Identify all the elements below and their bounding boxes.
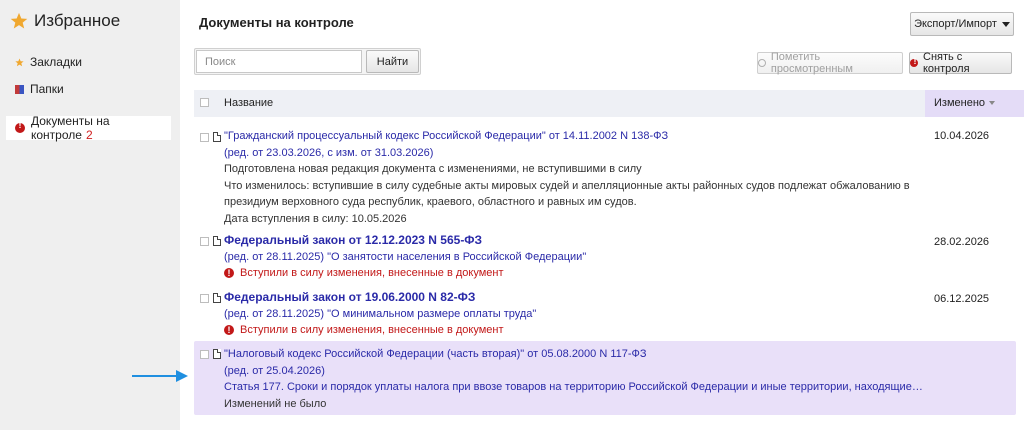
column-header-changed-label: Изменено	[934, 97, 986, 109]
sidebar-item-label: Папки	[30, 82, 64, 96]
sidebar: Избранное Закладки Папки Документы на ко…	[0, 0, 180, 430]
search-button[interactable]: Найти	[366, 50, 419, 73]
document-article-link[interactable]: Статья 177. Сроки и порядок уплаты налог…	[224, 379, 924, 396]
changed-date: 28.02.2026	[934, 236, 990, 248]
sidebar-item-count: 2	[85, 128, 93, 142]
status-warning: Вступили в силу изменения, внесенные в д…	[224, 265, 924, 282]
mark-viewed-button[interactable]: Пометить просмотренным	[757, 51, 903, 75]
remove-control-button[interactable]: Снять с контроля	[909, 51, 1012, 75]
sort-down-icon	[989, 101, 996, 105]
export-import-label: Экспорт/Импорт	[914, 18, 997, 30]
table-row[interactable]: Федеральный закон от 19.06.2000 N 82-ФЗ …	[194, 289, 1024, 341]
table-row[interactable]: Федеральный закон от 12.12.2023 N 565-ФЗ…	[194, 232, 1024, 284]
document-note: Подготовлена новая редакция документа с …	[224, 163, 642, 175]
row-checkbox[interactable]	[200, 237, 209, 246]
sidebar-item-label: Закладки	[30, 55, 82, 69]
search-input[interactable]	[196, 50, 362, 73]
arrow-right-icon	[132, 370, 188, 382]
table-row[interactable]: "Гражданский процессуальный кодекс Росси…	[194, 128, 1024, 228]
star-icon	[15, 57, 24, 66]
sidebar-title: Избранное	[10, 11, 120, 31]
status-warning-text: Вступили в силу изменения, внесенные в д…	[240, 267, 504, 279]
export-import-button[interactable]: Экспорт/Импорт	[910, 12, 1014, 36]
sidebar-item-controlled-docs[interactable]: Документы на контроле2	[6, 114, 171, 142]
mark-viewed-icon	[758, 59, 766, 67]
status-warning-text: Вступили в силу изменения, внесенные в д…	[240, 324, 504, 336]
document-title-link[interactable]: Федеральный закон от 19.06.2000 N 82-ФЗ	[224, 289, 924, 306]
star-icon	[10, 12, 28, 29]
mark-viewed-label: Пометить просмотренным	[770, 51, 853, 75]
select-all-checkbox[interactable]	[200, 98, 209, 107]
document-icon	[213, 236, 221, 246]
sidebar-title-text: Избранное	[34, 11, 121, 30]
document-note: Дата вступления в силу: 10.05.2026	[224, 212, 407, 225]
sidebar-item-bookmarks[interactable]: Закладки	[15, 55, 82, 69]
document-note: Изменений не было	[224, 397, 327, 410]
document-subtitle-link[interactable]: (ред. от 25.04.2026)	[224, 363, 924, 380]
document-icon	[213, 132, 221, 142]
document-icon	[213, 293, 221, 303]
row-checkbox[interactable]	[200, 350, 209, 359]
chevron-down-icon	[1001, 21, 1010, 27]
document-subtitle-link[interactable]: (ред. от 23.03.2026, с изм. от 31.03.202…	[224, 145, 924, 162]
status-warning: Вступили в силу изменения, внесенные в д…	[224, 322, 924, 339]
column-header-name[interactable]: Название	[224, 97, 273, 109]
sidebar-item-folders[interactable]: Папки	[15, 82, 64, 96]
sidebar-item-label: Документы на контроле	[31, 114, 110, 142]
column-header-changed[interactable]: Изменено	[925, 90, 1024, 117]
remove-control-label: Снять с контроля	[923, 51, 970, 75]
changed-date: 06.12.2025	[934, 293, 990, 305]
warning-icon	[15, 120, 25, 133]
warning-icon	[224, 265, 234, 282]
folder-icon	[15, 84, 24, 94]
row-checkbox[interactable]	[200, 294, 209, 303]
remove-control-icon	[910, 56, 920, 67]
warning-icon	[224, 322, 234, 339]
table-header: Название Изменено	[194, 90, 1024, 117]
document-subtitle-link[interactable]: (ред. от 28.11.2025) "О занятости населе…	[224, 249, 924, 266]
changed-date: 10.04.2026	[934, 130, 990, 142]
document-note: президиум верховного суда республик, кра…	[224, 196, 637, 208]
search-button-label: Найти	[376, 55, 409, 68]
document-title-link[interactable]: Федеральный закон от 12.12.2023 N 565-ФЗ	[224, 232, 924, 249]
document-note: Что изменилось: вступившие в силу судебн…	[224, 179, 910, 192]
table-row-highlighted[interactable]: "Налоговый кодекс Российской Федерации (…	[194, 341, 1016, 415]
document-subtitle-link[interactable]: (ред. от 28.11.2025) "О минимальном разм…	[224, 306, 924, 323]
document-icon	[213, 349, 221, 359]
row-checkbox[interactable]	[200, 133, 209, 142]
document-title-link[interactable]: "Налоговый кодекс Российской Федерации (…	[224, 346, 924, 363]
document-title-link[interactable]: "Гражданский процессуальный кодекс Росси…	[224, 128, 924, 145]
page-title: Документы на контроле	[199, 15, 354, 30]
